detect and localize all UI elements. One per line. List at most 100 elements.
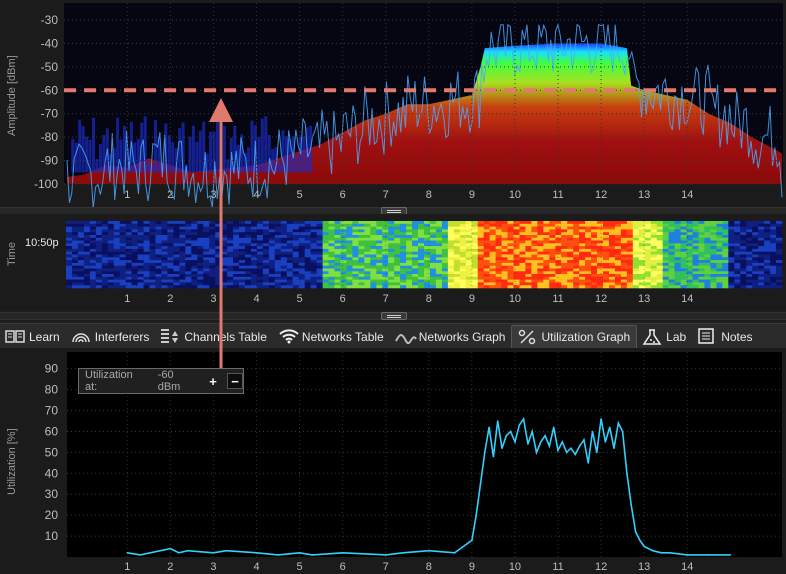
tab-notes[interactable]: Notes — [692, 325, 758, 349]
waterfall-cell — [710, 265, 717, 269]
channel-tick-label: 9 — [469, 293, 475, 305]
increase-threshold-button[interactable]: + — [205, 373, 221, 389]
waterfall-cell — [358, 257, 365, 261]
splitter-grip-icon[interactable] — [381, 312, 407, 320]
waterfall-cell — [477, 254, 484, 258]
waterfall-cell — [388, 271, 395, 275]
waterfall-cell — [680, 265, 687, 269]
waterfall-cell — [77, 276, 85, 280]
waterfall-cell — [292, 237, 299, 241]
waterfall-cell — [286, 232, 294, 236]
waterfall-cell — [245, 232, 252, 236]
waterfall-cell — [286, 240, 294, 244]
waterfall-cell — [95, 243, 103, 247]
waterfall-cell — [161, 251, 168, 255]
waterfall-cell — [471, 262, 478, 266]
waterfall-cell — [722, 260, 729, 264]
waterfall-cell — [179, 240, 186, 244]
waterfall-cell — [680, 282, 687, 286]
tab-channels-table[interactable]: Channels Table — [155, 325, 273, 349]
waterfall-cell — [197, 260, 204, 264]
waterfall-cell — [143, 265, 150, 269]
waterfall-cell — [662, 276, 669, 280]
waterfall-cell — [662, 229, 669, 233]
waterfall-cell — [501, 235, 508, 239]
tab-networks-table[interactable]: Networks Table — [273, 325, 390, 349]
waterfall-cell — [734, 254, 741, 258]
waterfall-cell — [107, 248, 115, 252]
waterfall-cell — [597, 223, 604, 227]
waterfall-cell — [101, 265, 109, 269]
waterfall-cell — [728, 226, 735, 230]
spectrum-noise-bar — [247, 147, 250, 173]
waterfall-cell — [418, 262, 425, 266]
waterfall-cell — [185, 282, 192, 286]
channel-tick-label: 11 — [552, 189, 563, 201]
utilization-data-point — [583, 439, 585, 441]
waterfall-cell — [274, 265, 282, 269]
waterfall-graph[interactable]: 1 2 3 4 5 6 7 8 9 10 11 12 13 14 — [0, 214, 786, 310]
waterfall-cell — [149, 232, 156, 236]
decrease-threshold-button[interactable]: − — [227, 373, 243, 389]
table-icon — [160, 328, 180, 346]
spectrum-graph[interactable]: -30-40-50-60-70-80-90-1001 2 3 4 5 6 7 8 9 10 11 12… — [0, 0, 786, 210]
waterfall-cell — [334, 235, 341, 239]
waterfall-cell — [233, 268, 240, 272]
tab-interferers[interactable]: Interferers — [66, 325, 156, 349]
waterfall-cell — [519, 235, 526, 239]
waterfall-cell — [256, 229, 264, 233]
waterfall-cell — [268, 240, 276, 244]
waterfall-cell — [513, 232, 520, 236]
waterfall-cell — [394, 240, 401, 244]
waterfall-cell — [507, 240, 514, 244]
waterfall-cell — [614, 274, 622, 278]
waterfall-cell — [567, 248, 574, 252]
tab-utilization-graph[interactable]: Utilization Graph — [511, 325, 638, 349]
waterfall-cell — [441, 246, 449, 250]
tab-learn[interactable]: Learn — [0, 325, 66, 349]
waterfall-cell — [179, 246, 186, 250]
waterfall-cell — [710, 262, 717, 266]
waterfall-cell — [66, 248, 73, 252]
waterfall-cell — [388, 221, 395, 225]
waterfall-cell — [674, 260, 681, 264]
utilization-data-point — [596, 451, 598, 454]
waterfall-cell — [131, 221, 138, 225]
waterfall-cell — [746, 251, 753, 255]
waterfall-cell — [388, 226, 395, 230]
waterfall-cell — [728, 248, 735, 252]
waterfall-cell — [740, 246, 747, 250]
waterfall-cell — [585, 268, 592, 272]
tab-lab[interactable]: Lab — [637, 325, 692, 349]
waterfall-cell — [322, 285, 329, 289]
waterfall-cell — [549, 257, 556, 261]
waterfall-cell — [370, 251, 377, 255]
waterfall-cell — [776, 285, 783, 289]
waterfall-cell — [256, 276, 264, 280]
waterfall-cell — [513, 240, 520, 244]
tab-networks-graph[interactable]: Networks Graph — [390, 325, 512, 349]
utilization-data-point — [428, 549, 430, 552]
waterfall-cell — [179, 285, 186, 289]
waterfall-cell — [543, 274, 550, 278]
waterfall-cell — [185, 232, 192, 236]
utilization-data-point — [225, 549, 228, 552]
waterfall-cell — [495, 268, 502, 272]
waterfall-cell — [650, 285, 657, 289]
waterfall-cell — [519, 229, 526, 233]
waterfall-cell — [125, 248, 132, 252]
waterfall-cell — [609, 262, 616, 266]
waterfall-cell — [358, 282, 365, 286]
waterfall-cell — [233, 237, 240, 241]
waterfall-cell — [245, 276, 252, 280]
waterfall-cell — [376, 254, 383, 258]
waterfall-cell — [531, 229, 538, 233]
waterfall-cell — [471, 243, 478, 247]
waterfall-cell — [215, 271, 222, 275]
waterfall-splitter[interactable] — [0, 312, 786, 320]
waterfall-cell — [579, 265, 586, 269]
waterfall-cell — [227, 243, 234, 247]
waterfall-cell — [245, 235, 252, 239]
waterfall-cell — [89, 282, 97, 286]
waterfall-cell — [609, 276, 616, 280]
